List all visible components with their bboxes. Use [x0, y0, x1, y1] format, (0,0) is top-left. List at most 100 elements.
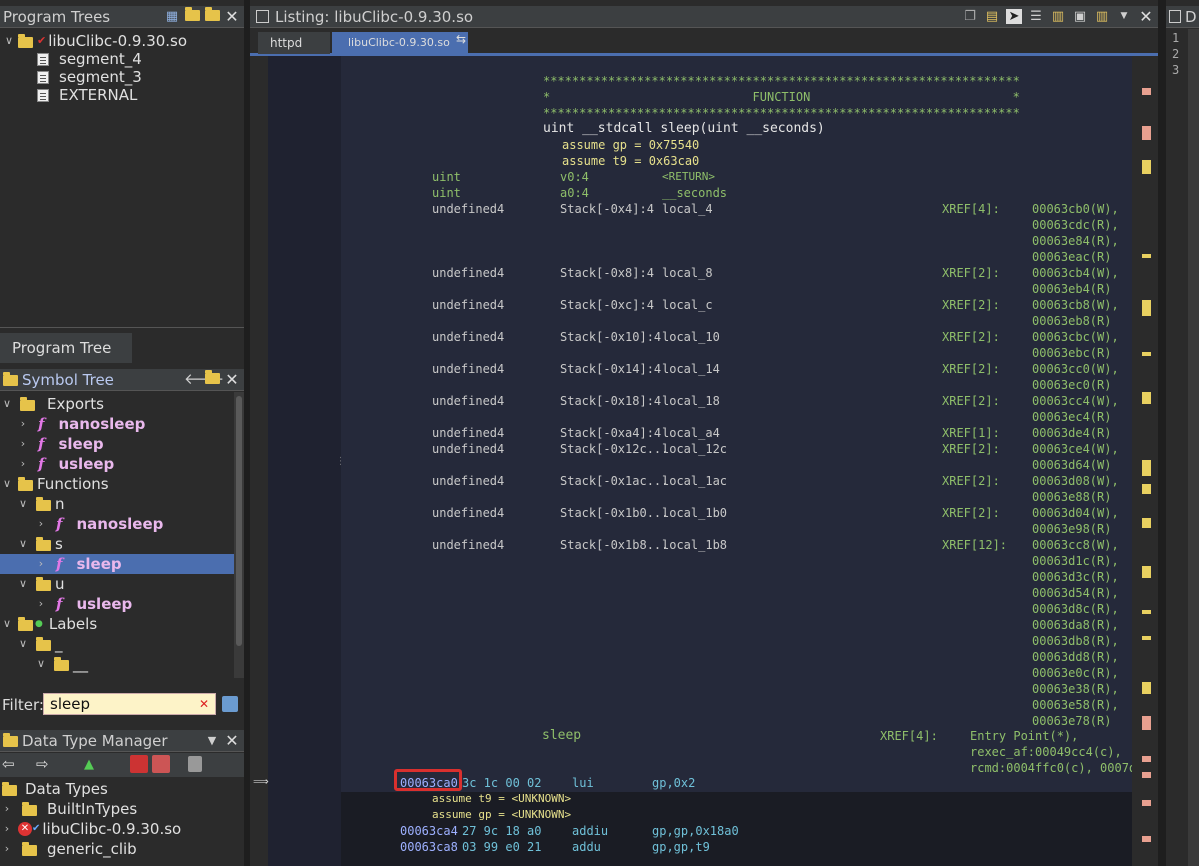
close-icon[interactable]: ✕: [224, 733, 240, 749]
preview-icon[interactable]: [188, 756, 202, 772]
collapse-icon[interactable]: ∨: [0, 474, 14, 494]
instruction-address[interactable]: 00063ca8: [400, 839, 458, 855]
tree-node-letter[interactable]: ∨ u: [16, 574, 65, 594]
menu-down-icon[interactable]: ▼: [1116, 9, 1132, 24]
overview-bar[interactable]: [1132, 56, 1158, 866]
copy-icon[interactable]: ❐: [962, 9, 978, 24]
tree-node-functions[interactable]: ∨ Functions: [0, 474, 109, 494]
overview-marker[interactable]: [1142, 352, 1151, 356]
instruction-address[interactable]: 00063ca4: [400, 823, 458, 839]
tree-node-data-types[interactable]: Data Types: [0, 779, 108, 799]
tree-item[interactable]: segment_3: [37, 67, 142, 87]
tree-node-letter[interactable]: ∨ _: [16, 634, 63, 654]
archive-icon[interactable]: [130, 755, 148, 773]
expand-icon[interactable]: ›: [34, 514, 48, 534]
tree-leaf-function[interactable]: › f usleep: [34, 594, 133, 614]
collapse-icon[interactable]: ∨: [16, 534, 30, 554]
open-folder-icon[interactable]: [184, 7, 200, 24]
expand-icon[interactable]: ›: [16, 434, 30, 454]
tree-node-generic[interactable]: › generic_clib: [0, 839, 137, 859]
overview-marker[interactable]: [1142, 518, 1151, 528]
export-icon[interactable]: ▥: [1094, 9, 1110, 24]
snapshot-icon[interactable]: ▥: [1050, 9, 1066, 24]
overview-marker[interactable]: [1142, 160, 1151, 174]
close-icon[interactable]: ✕: [224, 372, 240, 388]
overview-marker[interactable]: [1142, 636, 1151, 640]
instruction-address[interactable]: 00063ca0: [400, 775, 458, 791]
expand-icon[interactable]: ›: [0, 799, 14, 819]
decompiler-scrollbar[interactable]: [1188, 29, 1199, 866]
forward-arrow-icon[interactable]: ⇨: [36, 755, 49, 773]
tree-node-letter[interactable]: ∨ s: [16, 534, 63, 554]
folder-icon[interactable]: [204, 7, 220, 24]
tree-item[interactable]: segment_4: [37, 49, 142, 69]
tree-node-labels[interactable]: ∨ ● Labels: [0, 614, 97, 634]
overview-marker[interactable]: [1142, 772, 1151, 778]
overview-marker[interactable]: [1142, 460, 1151, 476]
symbol-tree-scrollbar[interactable]: [234, 392, 244, 678]
collapse-icon[interactable]: ∨: [0, 394, 14, 414]
overview-marker[interactable]: [1142, 800, 1151, 806]
overview-marker[interactable]: [1142, 682, 1151, 694]
collapse-icon[interactable]: ∨: [16, 494, 30, 514]
close-icon[interactable]: ✕: [1138, 9, 1154, 25]
tree-node-exports[interactable]: ∨ Exports: [0, 394, 104, 414]
menu-down-icon[interactable]: ▼: [204, 733, 220, 748]
cursor-marker-icon[interactable]: ⟹: [253, 775, 269, 788]
tab-program-tree[interactable]: Program Tree ✕: [0, 333, 132, 386]
overview-marker[interactable]: [1142, 126, 1151, 140]
tree-root[interactable]: ∨ ✔ libuClibc-0.9.30.so: [2, 31, 187, 51]
folder-icon[interactable]: [204, 370, 220, 387]
collapse-icon[interactable]: ∨: [16, 634, 30, 654]
overview-marker[interactable]: [1142, 392, 1151, 404]
expand-icon[interactable]: ›: [0, 819, 14, 839]
back-arrow-icon[interactable]: ⇦: [2, 755, 15, 773]
tree-leaf-export[interactable]: › f usleep: [16, 454, 115, 474]
overview-marker[interactable]: [1142, 254, 1151, 258]
expand-icon[interactable]: ›: [0, 839, 14, 859]
tree-node-builtin[interactable]: › BuiltInTypes: [0, 799, 137, 819]
overview-marker[interactable]: [1142, 300, 1151, 316]
filter-input[interactable]: sleep ✕: [43, 693, 216, 715]
overview-marker[interactable]: [1142, 836, 1151, 842]
collapse-icon[interactable]: ∨: [16, 574, 30, 594]
cursor-icon[interactable]: ➤: [1006, 9, 1022, 24]
overview-marker[interactable]: [1142, 484, 1151, 494]
tree-node-program[interactable]: › ✕ ✔ libuClibc-0.9.30.so: [0, 819, 181, 839]
collapse-icon[interactable]: ∨: [34, 654, 48, 674]
overview-marker[interactable]: [1142, 716, 1151, 730]
expand-icon[interactable]: ›: [34, 594, 48, 614]
filter-types-icon[interactable]: ▲: [84, 757, 94, 772]
tab-httpd[interactable]: httpd: [258, 32, 330, 54]
clear-filter-icon[interactable]: ✕: [199, 694, 209, 714]
tab-libuclibc[interactable]: libuClibc-0.9.30.so ⇆: [332, 32, 468, 54]
overview-marker[interactable]: [1142, 566, 1151, 578]
overview-marker[interactable]: [1142, 610, 1151, 614]
tree-node-letter[interactable]: ∨ n: [16, 494, 65, 514]
tree-leaf-export[interactable]: › f sleep: [16, 434, 104, 454]
expand-icon[interactable]: ›: [16, 414, 30, 434]
back-arrow-icon[interactable]: 🡐: [184, 372, 224, 387]
tree-item[interactable]: EXTERNAL: [37, 85, 137, 105]
tab-swap-icon[interactable]: ⇆: [456, 28, 466, 50]
expand-icon[interactable]: ›: [34, 554, 48, 574]
new-tree-icon[interactable]: ▦: [164, 9, 180, 24]
collapse-icon[interactable]: ∨: [0, 614, 14, 634]
tree-node-letter[interactable]: ∨ __: [34, 654, 88, 674]
field-icon[interactable]: ▣: [1072, 9, 1088, 24]
right-panel-divider[interactable]: [1158, 0, 1166, 866]
tree-leaf-function[interactable]: › f nanosleep: [34, 514, 164, 534]
listing-view[interactable]: ****************************************…: [341, 56, 1132, 866]
decompiler-view[interactable]: 1 2 3: [1166, 29, 1199, 866]
collapse-icon[interactable]: ∨: [2, 31, 16, 51]
paste-icon[interactable]: ▤: [984, 9, 1000, 24]
format-icon[interactable]: ☰: [1028, 9, 1044, 24]
expand-icon[interactable]: ›: [16, 454, 30, 474]
tree-leaf-export[interactable]: › f nanosleep: [16, 414, 146, 434]
tree-leaf-function-selected[interactable]: › f sleep: [0, 554, 234, 574]
close-icon[interactable]: ✕: [224, 9, 240, 25]
archive2-icon[interactable]: [152, 755, 170, 773]
overview-marker[interactable]: [1142, 756, 1151, 762]
overview-marker[interactable]: [1142, 88, 1151, 95]
filter-options-icon[interactable]: [222, 696, 238, 712]
